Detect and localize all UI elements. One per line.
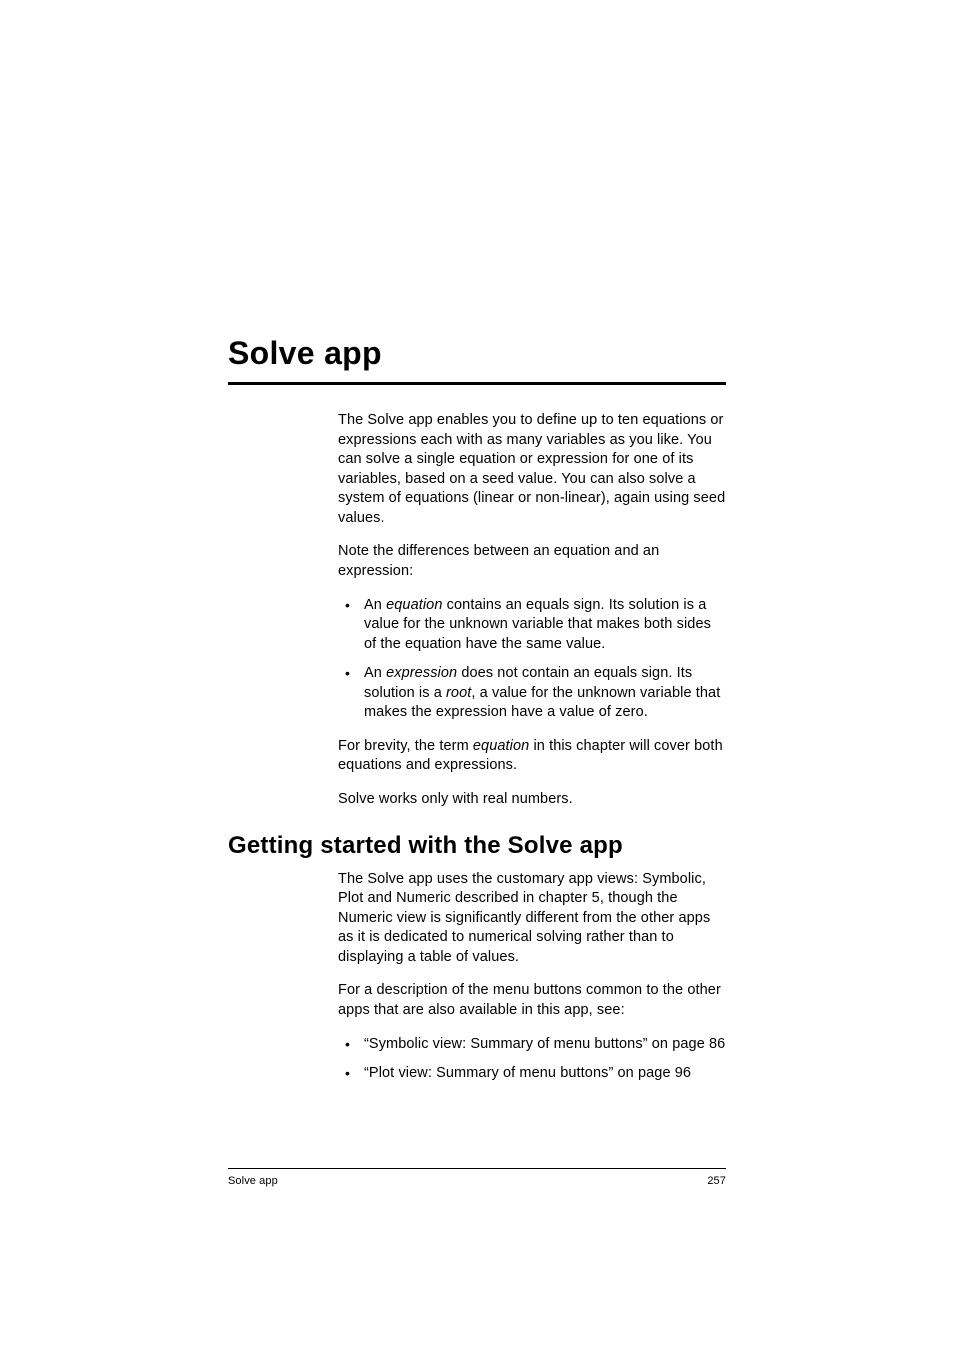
bullet-em: equation — [386, 597, 442, 613]
intro-paragraph-4: Solve works only with real numbers. — [338, 790, 726, 810]
footer-page-number: 257 — [707, 1175, 726, 1187]
bullet-text: An — [364, 597, 386, 613]
bullet-em: expression — [386, 665, 457, 681]
bullet-equation: An equation contains an equals sign. Its… — [338, 596, 726, 655]
page-footer: Solve app 257 — [228, 1168, 726, 1187]
p3-text: For brevity, the term — [338, 738, 473, 754]
p3-em: equation — [473, 738, 529, 754]
footer-rule — [228, 1168, 726, 1169]
intro-paragraph-3: For brevity, the term equation in this c… — [338, 737, 726, 776]
intro-bullet-list: An equation contains an equals sign. Its… — [338, 596, 726, 723]
intro-paragraph-1: The Solve app enables you to define up t… — [338, 411, 726, 528]
bullet-plot-view: “Plot view: Summary of menu buttons” on … — [338, 1064, 726, 1084]
title-rule — [228, 382, 726, 385]
bullet-expression: An expression does not contain an equals… — [338, 664, 726, 723]
bullet-text: An — [364, 665, 386, 681]
intro-paragraph-2: Note the differences between an equation… — [338, 542, 726, 581]
section2-bullet-list: “Symbolic view: Summary of menu buttons”… — [338, 1035, 726, 1084]
section2-paragraph-1: The Solve app uses the customary app vie… — [338, 870, 726, 968]
footer-left: Solve app — [228, 1175, 278, 1187]
section2-paragraph-2: For a description of the menu buttons co… — [338, 981, 726, 1020]
bullet-symbolic-view: “Symbolic view: Summary of menu buttons”… — [338, 1035, 726, 1055]
page-title: Solve app — [228, 335, 726, 372]
bullet-em: root — [446, 685, 471, 701]
section-heading: Getting started with the Solve app — [228, 832, 726, 860]
